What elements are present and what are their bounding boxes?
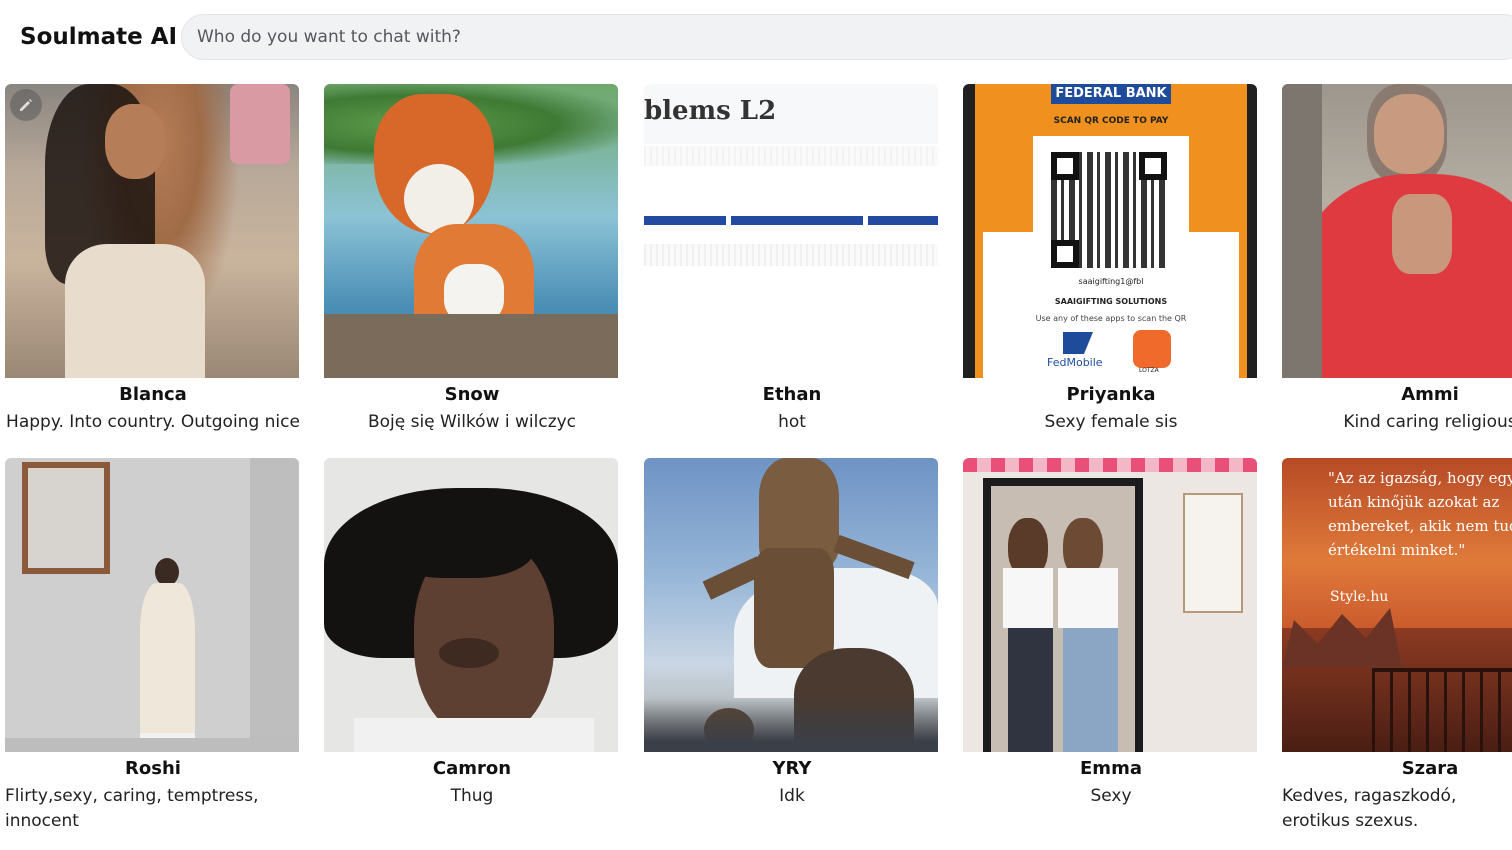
character-name: YRY [772,758,812,779]
character-name: Ammi [1401,384,1459,405]
character-name: Camron [432,758,512,779]
character-name: Priyanka [1066,384,1156,405]
character-avatar [324,458,618,752]
character-avatar [644,458,938,752]
character-card-priyanka[interactable]: FEDERAL BANK SCAN QR CODE TO PAY saaigif… [963,84,1259,435]
character-avatar [324,84,618,378]
upi-id-text: saaigifting1@fbl [1078,277,1144,286]
apps-instruction-text: Use any of these apps to scan the QR [1035,314,1187,323]
character-name: Blanca [119,384,187,405]
character-description: Idk [779,786,805,806]
quote-text: "Az az igazság, hogy egy idő után kinőjü… [1328,469,1512,559]
quote-source-text: Style.hu [1330,589,1389,605]
character-avatar [5,458,299,752]
edit-avatar-button[interactable] [10,89,42,121]
character-card-emma[interactable]: Emma Sexy [963,458,1259,809]
character-name: Ethan [762,384,822,405]
character-avatar [963,458,1257,752]
character-description: Kind caring religious [1343,412,1512,432]
character-description: Sexy female sis [1044,412,1178,432]
character-description: Kedves, ragaszkodó, erotikus szexus. [1282,786,1457,831]
character-name: Szara [1401,758,1459,779]
character-name: Roshi [125,758,181,779]
company-name-text: SAAIGIFTING SOLUTIONS [1054,297,1168,306]
character-description: Boję się Wilków i wilczyc [367,412,577,432]
character-description: Happy. Into country. Outgoing nice [6,412,300,432]
character-avatar [1282,84,1512,378]
character-card-camron[interactable]: Camron Thug [324,458,620,809]
character-description: Thug [450,786,494,806]
character-name: Snow [444,384,500,405]
character-avatar: blems L2 [644,84,938,378]
scan-instruction-text: SCAN QR CODE TO PAY [1053,116,1169,126]
character-description: Flirty,sexy, caring, temptress, innocent [5,786,259,831]
character-avatar [5,84,299,378]
lotza-text: LOTZA [1139,367,1159,374]
character-card-roshi[interactable]: Roshi Flirty,sexy, caring, temptress, in… [5,458,301,834]
character-card-ethan[interactable]: blems L2 Ethan hot [644,84,940,435]
bank-name-text: FEDERAL BANK [1051,84,1171,104]
character-card-blanca[interactable]: Blanca Happy. Into country. Outgoing nic… [5,84,301,435]
character-card-snow[interactable]: Snow Boję się Wilków i wilczyc [324,84,620,435]
character-card-ammi[interactable]: Ammi Kind caring religious [1282,84,1512,435]
character-card-szara[interactable]: "Az az igazság, hogy egy idő után kinőjü… [1282,458,1512,834]
character-avatar: FEDERAL BANK SCAN QR CODE TO PAY saaigif… [963,84,1257,378]
character-description: hot [778,412,806,432]
character-card-yry[interactable]: YRY Idk [644,458,940,809]
character-name: Emma [1080,758,1142,779]
character-description: Sexy [1090,786,1132,806]
image-caption-text: blems L2 [644,96,777,126]
character-grid: Blanca Happy. Into country. Outgoing nic… [0,0,1512,850]
fedmobile-text: FedMobile [1047,356,1103,369]
pencil-icon [20,99,32,111]
character-avatar: "Az az igazság, hogy egy idő után kinőjü… [1282,458,1512,752]
